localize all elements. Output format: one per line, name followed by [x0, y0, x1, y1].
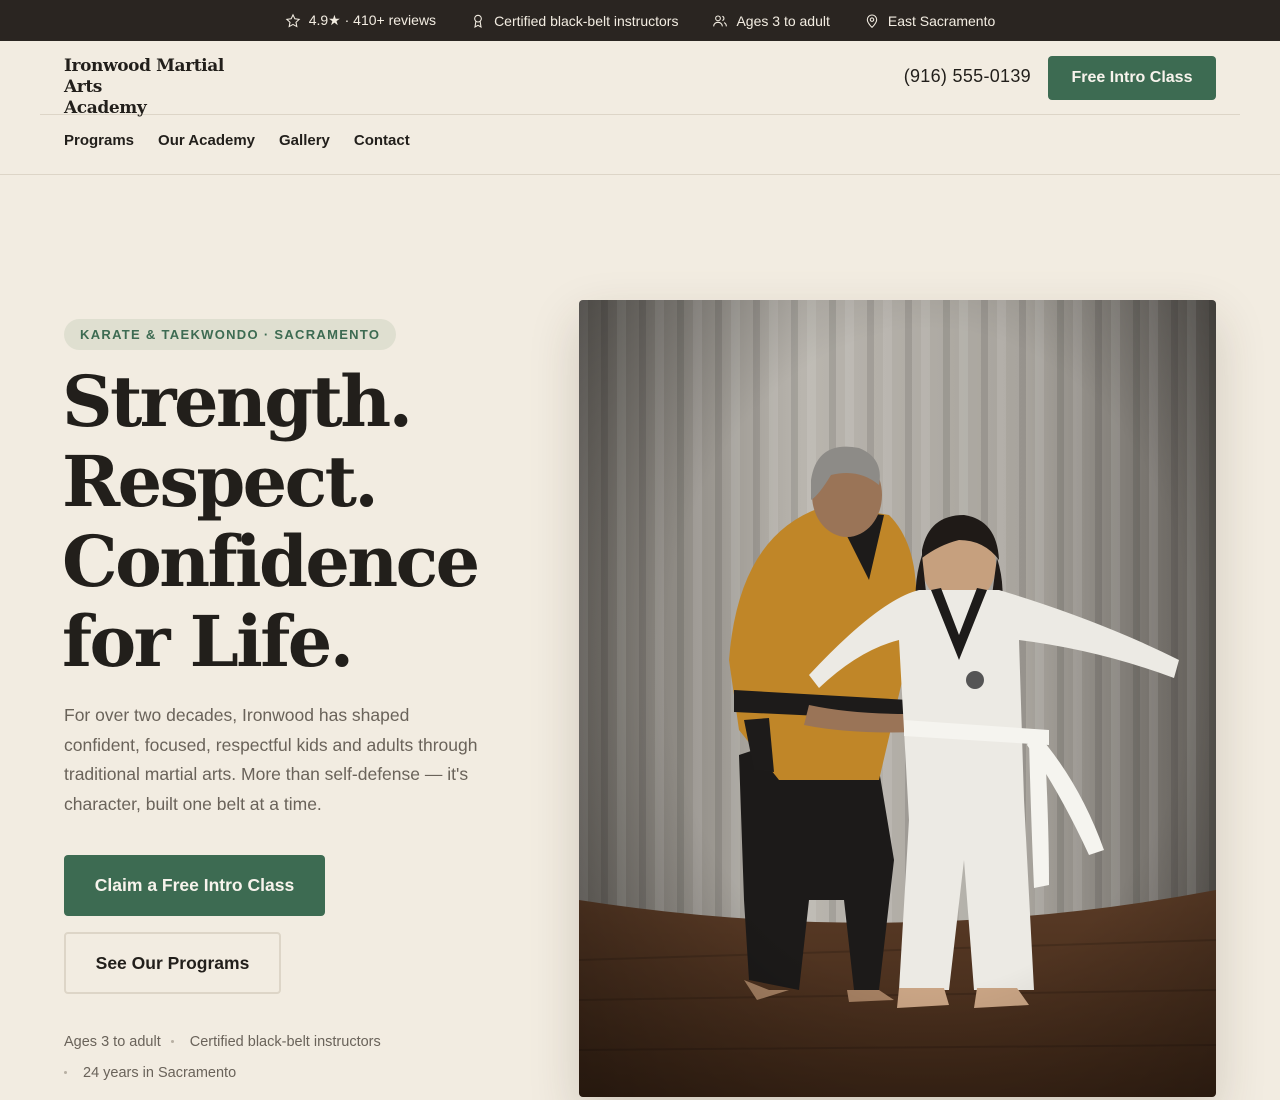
separator-dot — [64, 1071, 67, 1074]
rating-text: 4.9★ · 410+ reviews — [308, 12, 437, 28]
free-intro-class-button[interactable]: Free Intro Class — [1048, 56, 1216, 100]
top-info-bar: 4.9★ · 410+ reviews Certified black-belt… — [0, 0, 1280, 41]
logo[interactable]: Ironwood Martial Arts Academy — [64, 56, 264, 119]
instructor-tying-child-belt-image — [579, 300, 1216, 1097]
main-nav: Programs Our Academy Gallery Contact — [64, 132, 410, 149]
hero-eyebrow-badge: KARATE & TAEKWONDO · SACRAMENTO — [64, 319, 397, 350]
site-header: Ironwood Martial Arts Academy (916) 555-… — [40, 41, 1240, 118]
separator-dot — [170, 1040, 174, 1043]
nav-item-contact[interactable]: Contact — [354, 132, 410, 149]
map-pin-icon — [866, 14, 878, 28]
instructors-text: Certified black-belt instructors — [494, 12, 679, 29]
users-icon — [713, 14, 728, 26]
location-item: East Sacramento — [864, 13, 995, 29]
ages-item: Ages 3 to adult — [712, 12, 830, 29]
star-icon — [285, 13, 301, 28]
hero-description: For over two decades, Ironwood has shape… — [64, 705, 478, 814]
award-ribbon-icon — [474, 14, 482, 28]
headline-line-1: Strength. — [62, 360, 413, 443]
fact-ages: Ages 3 to adult — [64, 1033, 161, 1050]
hero-photo — [579, 300, 1216, 1097]
fact-years: 24 years in Sacramento — [83, 1064, 237, 1081]
rating-item: 4.9★ · 410+ reviews — [285, 12, 436, 29]
phone-link[interactable]: (916) 555-0139 — [904, 66, 1031, 87]
location-text: East Sacramento — [887, 12, 996, 29]
claim-free-intro-class-button[interactable]: Claim a Free Intro Class — [64, 855, 325, 916]
nav-divider — [0, 174, 1280, 175]
ages-text: Ages 3 to adult — [736, 12, 830, 29]
nav-item-our-academy[interactable]: Our Academy — [158, 132, 255, 149]
logo-line-2: Academy — [64, 98, 147, 118]
fact-instructors: Certified black-belt instructors — [189, 1033, 381, 1050]
instructors-item: Certified black-belt instructors — [470, 13, 678, 29]
hero-facts: Ages 3 to adult Certified black-belt ins… — [64, 1026, 484, 1088]
hero-headline: Strength. Respect. Confidence for Life. — [62, 362, 532, 682]
nav-item-programs[interactable]: Programs — [64, 132, 134, 149]
headline-line-2: Respect. — [62, 440, 379, 523]
headline-line-4: for Life. — [62, 600, 354, 683]
logo-line-1: Ironwood Martial Arts — [64, 56, 224, 97]
nav-item-gallery[interactable]: Gallery — [279, 132, 330, 149]
see-our-programs-button[interactable]: See Our Programs — [64, 932, 281, 994]
headline-line-3: Confidence — [62, 520, 480, 603]
